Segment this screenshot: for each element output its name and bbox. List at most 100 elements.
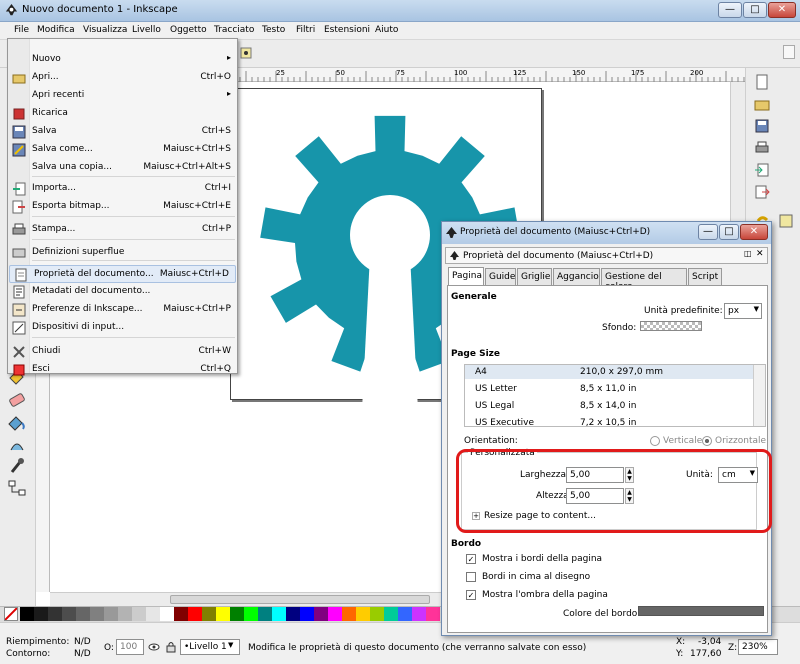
new-document-button[interactable] (754, 74, 770, 90)
file-menu-item[interactable]: Nuovo ▸ (8, 51, 237, 69)
tab-pagina[interactable]: Pagina (448, 267, 484, 286)
menu-livello[interactable]: Livello (132, 25, 161, 35)
tab-aggancio[interactable]: Aggancio (553, 268, 600, 286)
palette-swatch[interactable] (356, 607, 370, 621)
page-size-name[interactable]: US Letter (475, 384, 517, 394)
commands-toolbar-scroll[interactable] (783, 45, 795, 59)
file-menu-item[interactable]: Esci Ctrl+Q (8, 361, 237, 379)
palette-swatch[interactable] (174, 607, 188, 621)
file-menu-item[interactable]: Proprietà del documento... Maiusc+Ctrl+D (9, 265, 236, 283)
menu-estensioni[interactable]: Estensioni (324, 25, 370, 35)
snap-toggle-button[interactable] (778, 213, 794, 229)
file-menu-item[interactable]: Esporta bitmap... Maiusc+Ctrl+E (8, 198, 237, 216)
dialog-minimize-button[interactable]: — (698, 224, 718, 240)
menu-aiuto[interactable]: Aiuto (375, 25, 398, 35)
palette-swatch[interactable] (132, 607, 146, 621)
palette-swatch[interactable] (370, 607, 384, 621)
panel-iconify-icon[interactable]: ◫ (744, 249, 752, 258)
open-button[interactable] (754, 96, 770, 112)
file-menu-item[interactable]: Salva Ctrl+S (8, 123, 237, 141)
maximize-button[interactable]: □ (743, 2, 767, 18)
tweak-tool[interactable] (6, 434, 28, 454)
print-button[interactable] (754, 140, 770, 156)
palette-swatch[interactable] (286, 607, 300, 621)
dialog-close-button[interactable]: ✕ (740, 224, 768, 240)
import-button[interactable] (754, 162, 770, 178)
menu-visualizza[interactable]: Visualizza (83, 25, 127, 35)
file-menu-item[interactable]: Preferenze di Inkscape... Maiusc+Ctrl+P (8, 301, 237, 319)
tab-gestione-colore[interactable]: Gestione del colore (601, 268, 687, 292)
palette-swatch[interactable] (202, 607, 216, 621)
connector-tool[interactable] (6, 478, 28, 498)
tab-guide[interactable]: Guide (485, 268, 516, 286)
palette-swatch[interactable] (314, 607, 328, 621)
file-menu-item[interactable]: Salva come... Maiusc+Ctrl+S (8, 141, 237, 159)
save-button[interactable] (754, 118, 770, 134)
tab-griglie[interactable]: Griglie (517, 268, 552, 286)
file-menu-item[interactable]: Metadati del documento... (8, 283, 237, 301)
show-shadow-checkbox[interactable]: ✓ (466, 590, 476, 600)
palette-swatch[interactable] (398, 607, 412, 621)
file-menu-item[interactable]: Dispositivi di input... (8, 319, 237, 337)
page-size-name[interactable]: US Legal (475, 401, 514, 411)
palette-swatch[interactable] (76, 607, 90, 621)
palette-swatch[interactable] (90, 607, 104, 621)
close-window-button[interactable]: ✕ (768, 2, 796, 18)
palette-swatch[interactable] (48, 607, 62, 621)
palette-swatch[interactable] (272, 607, 286, 621)
palette-swatch[interactable] (384, 607, 398, 621)
minimize-button[interactable]: — (718, 2, 742, 18)
palette-swatch[interactable] (258, 607, 272, 621)
dropper-tool[interactable] (6, 456, 28, 476)
palette-swatch[interactable] (342, 607, 356, 621)
eraser-tool[interactable] (6, 390, 28, 410)
palette-swatch[interactable] (230, 607, 244, 621)
file-menu-item[interactable]: Importa... Ctrl+I (8, 180, 237, 198)
menu-oggetto[interactable]: Oggetto (170, 25, 207, 35)
border-color-swatch[interactable] (638, 606, 764, 616)
menu-testo[interactable]: Testo (262, 25, 285, 35)
palette-swatch[interactable] (300, 607, 314, 621)
palette-swatch[interactable] (160, 607, 174, 621)
file-menu-item[interactable]: Stampa... Ctrl+P (8, 221, 237, 239)
palette-swatch[interactable] (20, 607, 34, 621)
palette-swatch[interactable] (34, 607, 48, 621)
zoom-input[interactable]: 230% (738, 639, 778, 655)
palette-swatch[interactable] (412, 607, 426, 621)
menu-file[interactable]: File (14, 25, 29, 35)
lock-icon[interactable] (165, 641, 177, 653)
file-menu-item[interactable]: Salva una copia... Maiusc+Ctrl+Alt+S (8, 159, 237, 177)
palette-swatch[interactable] (426, 607, 440, 621)
dialog-maximize-button[interactable]: □ (719, 224, 739, 240)
border-on-top-checkbox[interactable] (466, 572, 476, 582)
menu-filtri[interactable]: Filtri (296, 25, 315, 35)
export-button[interactable] (754, 184, 770, 200)
palette-swatch[interactable] (188, 607, 202, 621)
background-color-swatch[interactable] (640, 321, 702, 331)
bucket-fill-tool[interactable] (6, 412, 28, 432)
tab-script[interactable]: Script (688, 268, 722, 286)
file-menu-item[interactable]: Apri recenti ▸ (8, 87, 237, 105)
opacity-input[interactable]: 100 (116, 639, 144, 655)
palette-swatch[interactable] (244, 607, 258, 621)
file-menu-item[interactable]: Ricarica (8, 105, 237, 123)
palette-swatch[interactable] (104, 607, 118, 621)
page-size-name[interactable]: A4 (475, 367, 487, 377)
palette-swatch[interactable] (328, 607, 342, 621)
snap-icon[interactable] (240, 47, 252, 59)
file-menu-item[interactable]: Chiudi Ctrl+W (8, 343, 237, 361)
page-size-scrollbar[interactable] (753, 365, 765, 426)
palette-swatch[interactable] (216, 607, 230, 621)
palette-swatch[interactable] (118, 607, 132, 621)
portrait-radio[interactable] (650, 436, 660, 446)
palette-swatch[interactable] (146, 607, 160, 621)
panel-close-icon[interactable]: ✕ (756, 249, 764, 259)
show-border-checkbox[interactable]: ✓ (466, 554, 476, 564)
no-paint-swatch[interactable] (4, 607, 18, 621)
default-units-select[interactable]: px ▼ (724, 303, 762, 319)
menu-tracciato[interactable]: Tracciato (214, 25, 254, 35)
page-size-name[interactable]: US Executive (475, 418, 534, 426)
eye-visibility-icon[interactable] (148, 641, 160, 653)
hscroll-thumb[interactable] (170, 595, 430, 604)
landscape-radio[interactable] (702, 436, 712, 446)
